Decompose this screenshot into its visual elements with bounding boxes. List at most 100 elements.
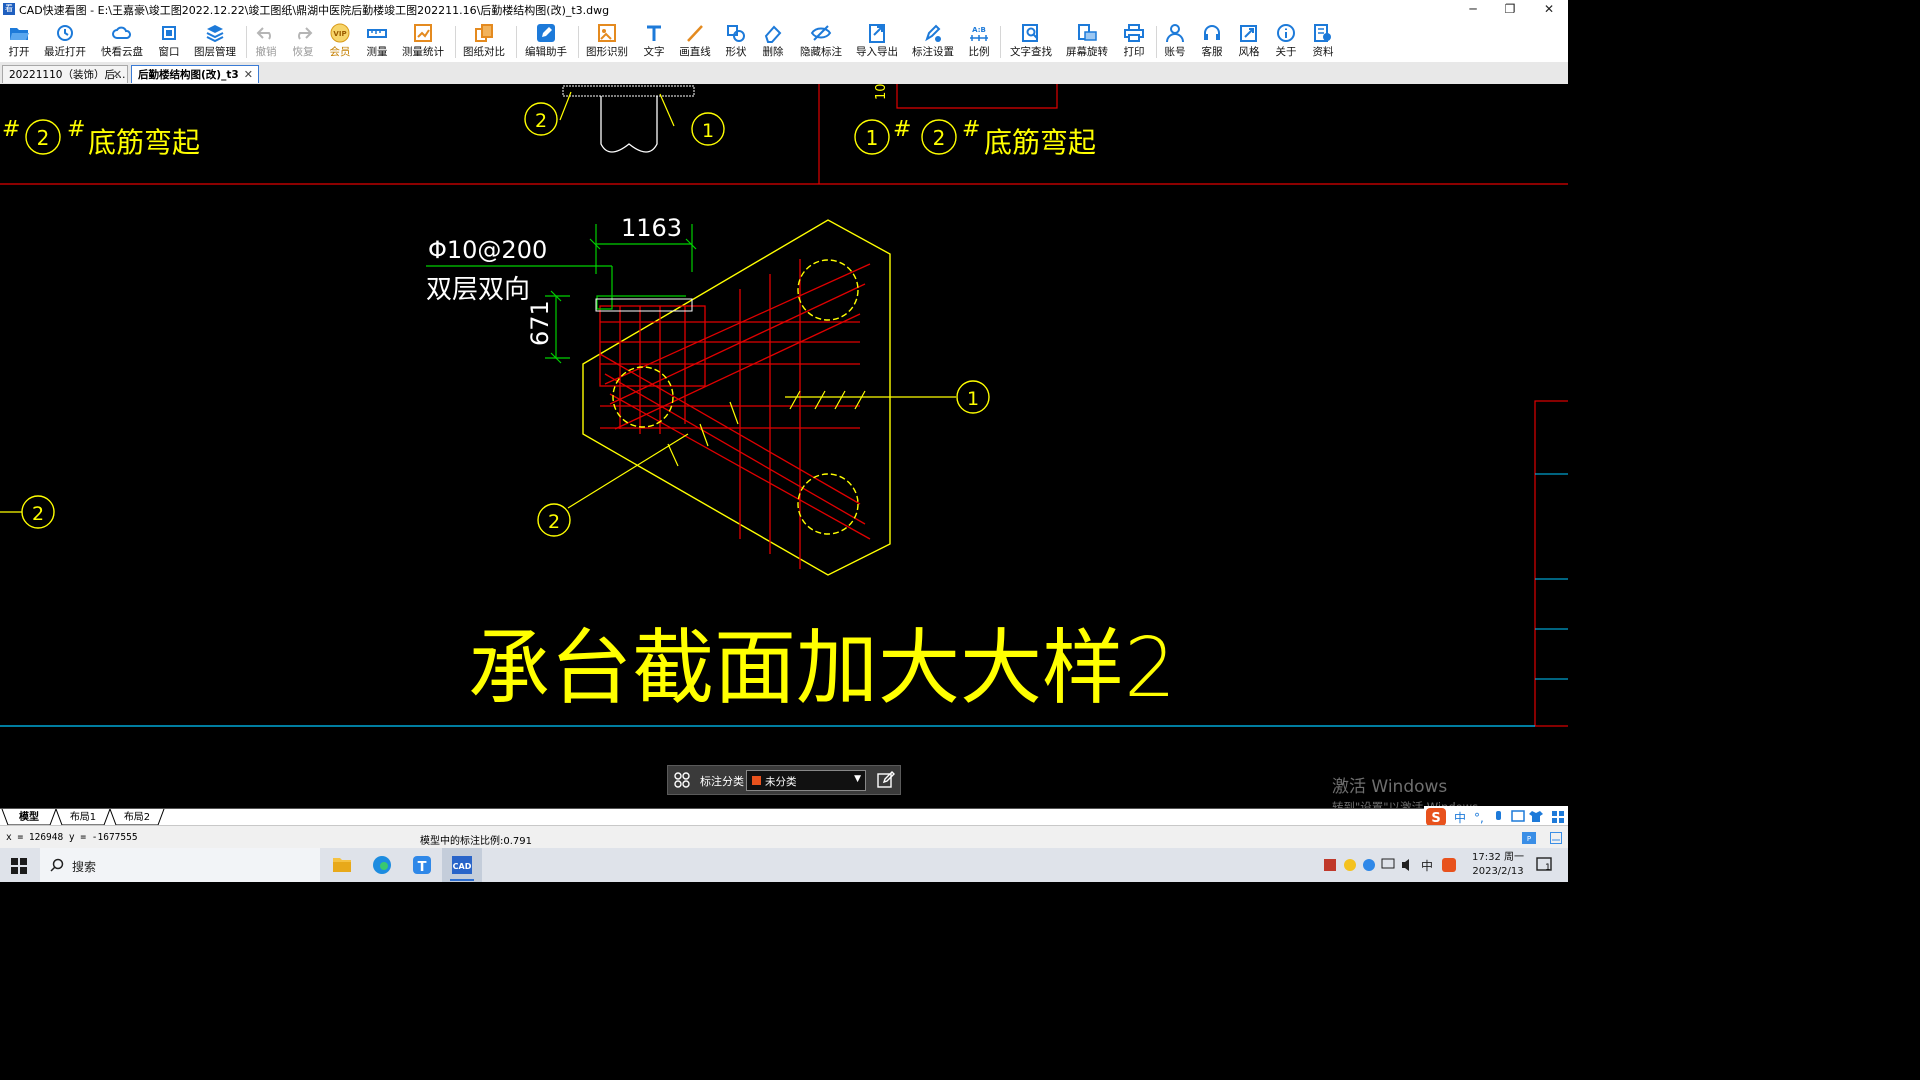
svg-text:A:B: A:B: [972, 26, 986, 34]
toolbar-separator: [455, 26, 456, 58]
vip-icon: VIP: [330, 23, 350, 43]
toolbar-about-button[interactable]: 关于: [1272, 21, 1300, 61]
toolbar-style-button[interactable]: 风格: [1235, 21, 1263, 61]
rotate-screen-icon: [1078, 24, 1097, 41]
toolbar-support-button[interactable]: 客服: [1198, 21, 1226, 61]
taskbar-search-box[interactable]: 搜索: [40, 848, 320, 882]
taskbar-cad-viewer[interactable]: CAD: [442, 848, 482, 882]
window-title: CAD快速看图 - E:\王嘉豪\竣工图2022.12.22\竣工图纸\鼎湖中医…: [19, 4, 610, 17]
minimize-button[interactable]: ─: [1454, 0, 1492, 18]
toolbar-separator: [578, 26, 579, 58]
toolbar-rotate-screen-button[interactable]: 屏幕旋转: [1064, 21, 1110, 61]
restore-button[interactable]: ❐: [1491, 0, 1529, 18]
callout-label: 2: [535, 110, 547, 132]
drawing-canvas[interactable]: # # 底筋弯起 2 1 # 2 # 底筋弯起 10 2 1 2 1 2 116…: [0, 84, 1568, 808]
edge-browser-icon: [373, 856, 391, 874]
layers-icon: [206, 25, 224, 43]
toolbar-print-button[interactable]: 打印: [1120, 21, 1148, 61]
toolbar-open-button[interactable]: 打开: [2, 21, 36, 61]
cad-drawing: # # 底筋弯起 2 1 # 2 # 底筋弯起 10 2 1 2 1 2 116…: [0, 84, 1568, 727]
toolbar-delete-button[interactable]: 删除: [759, 21, 787, 61]
annotation-category-value: 未分类: [765, 776, 797, 788]
microphone-icon: [1496, 811, 1501, 820]
cursor-coordinates: x = 126948 y = -1677555: [6, 832, 138, 843]
doc-tab-inactive[interactable]: 20221110（装饰）后… ✕: [2, 65, 128, 83]
toolbar-text-search-button[interactable]: 文字查找: [1008, 21, 1054, 61]
tray-app-icon: [1363, 859, 1375, 871]
close-tab-icon[interactable]: ✕: [113, 66, 122, 83]
network-icon: [1381, 858, 1395, 869]
search-placeholder: 搜索: [72, 860, 97, 874]
edit-category-icon[interactable]: [877, 771, 895, 789]
toolbar-shape-recognition-button[interactable]: 图形识别: [584, 21, 630, 61]
cad-note-bottom-bend: 底筋弯起: [984, 126, 1096, 159]
frame-box-top-right: [896, 84, 1058, 109]
toolbar-line-button[interactable]: 画直线: [677, 21, 713, 61]
taskbar-text-app[interactable]: T: [402, 848, 442, 882]
annotation-category-select[interactable]: 未分类 ▼: [746, 770, 866, 791]
svg-text:CAD: CAD: [453, 862, 472, 871]
title-block-frame: [1534, 400, 1568, 727]
toolbar-edit-assistant-button[interactable]: 编辑助手: [522, 21, 570, 61]
toolbar-resources-button[interactable]: 资料: [1309, 21, 1337, 61]
redo-icon: [298, 27, 313, 40]
undo-icon: [256, 27, 271, 40]
grid-menu-icon[interactable]: [674, 772, 690, 788]
toolbar-layers-button[interactable]: 图层管理: [192, 21, 238, 61]
detail-title: 承台截面加大大样2: [468, 621, 1176, 716]
taskbar-clock[interactable]: 17:32 周一 2023/2/13: [1468, 851, 1528, 879]
doc-tab-label: 20221110（装饰）后…: [9, 69, 126, 81]
taskbar-file-explorer[interactable]: [322, 848, 362, 882]
doc-tab-label: 后勤楼结构图(改)_t3: [138, 69, 239, 81]
toolbar-compare-button[interactable]: 图纸对比: [461, 21, 507, 61]
toolbar-measure-stats-button[interactable]: 测量统计: [400, 21, 446, 61]
ime-menu-icon: [1552, 811, 1564, 823]
volume-muted-icon: [1402, 859, 1409, 871]
text-app-icon: T: [413, 856, 431, 875]
text-search-icon: [1022, 24, 1039, 42]
layout-tab-1[interactable]: 布局1: [62, 810, 104, 825]
taskbar-edge[interactable]: [362, 848, 402, 882]
info-icon: [1277, 24, 1295, 42]
close-button[interactable]: ✕: [1530, 0, 1568, 18]
rebar-note-label: 双层双向: [426, 275, 530, 305]
cad-dim-fragment: 10: [874, 84, 889, 100]
layout-tab-2[interactable]: 布局2: [116, 810, 158, 825]
toolbar-redo-button[interactable]: 恢复: [289, 21, 317, 61]
layout-tab-model[interactable]: 模型: [8, 810, 50, 825]
windows-start-icon[interactable]: [11, 858, 27, 874]
system-tray: 中: [1324, 858, 1456, 873]
annotation-scale-status: 模型中的标注比例:0.791: [420, 836, 532, 847]
toolbar-cloud-button[interactable]: 快看云盘: [99, 21, 145, 61]
toolbar-hide-annotation-button[interactable]: 隐藏标注: [798, 21, 844, 61]
toolbar-shape-button[interactable]: 形状: [722, 21, 750, 61]
status-panel-icon[interactable]: [1550, 832, 1562, 844]
toolbar-annotation-settings-button[interactable]: 标注设置: [910, 21, 956, 61]
svg-text:VIP: VIP: [333, 30, 346, 38]
layout-tabs: 模型 布局1 布局2: [0, 808, 1568, 826]
doc-tab-active[interactable]: 后勤楼结构图(改)_t3 ✕: [131, 65, 259, 83]
toolbar-separator: [246, 26, 247, 58]
scale-icon: A:B: [970, 26, 988, 41]
rebar-spec-label: Φ10@200: [428, 236, 547, 264]
callout-label: 1: [702, 120, 714, 142]
chevron-down-icon: ▼: [854, 774, 861, 784]
close-tab-icon[interactable]: ✕: [244, 66, 253, 83]
toolbar-recent-button[interactable]: 最近打开: [42, 21, 88, 61]
status-view-icon[interactable]: P: [1522, 832, 1536, 844]
toolbar-scale-button[interactable]: A:B 比例: [965, 21, 993, 61]
folder-icon: [333, 858, 351, 872]
cad-note-bottom-bend: 底筋弯起: [88, 126, 200, 159]
sogou-ime-icon: [1442, 858, 1456, 872]
notification-button[interactable]: 1: [1536, 856, 1554, 874]
user-icon: [1166, 24, 1184, 43]
toolbar-undo-button[interactable]: 撤销: [252, 21, 280, 61]
toolbar-measure-button[interactable]: 测量: [363, 21, 391, 61]
toolbar-account-button[interactable]: 账号: [1161, 21, 1189, 61]
callout-label: 1: [967, 388, 979, 410]
keyboard-icon: [1511, 810, 1525, 822]
toolbar-window-button[interactable]: 窗口: [154, 21, 184, 61]
toolbar-import-export-button[interactable]: 导入导出: [854, 21, 900, 61]
toolbar-text-button[interactable]: 文字: [640, 21, 668, 61]
toolbar-vip-button[interactable]: VIP 会员: [326, 21, 354, 61]
